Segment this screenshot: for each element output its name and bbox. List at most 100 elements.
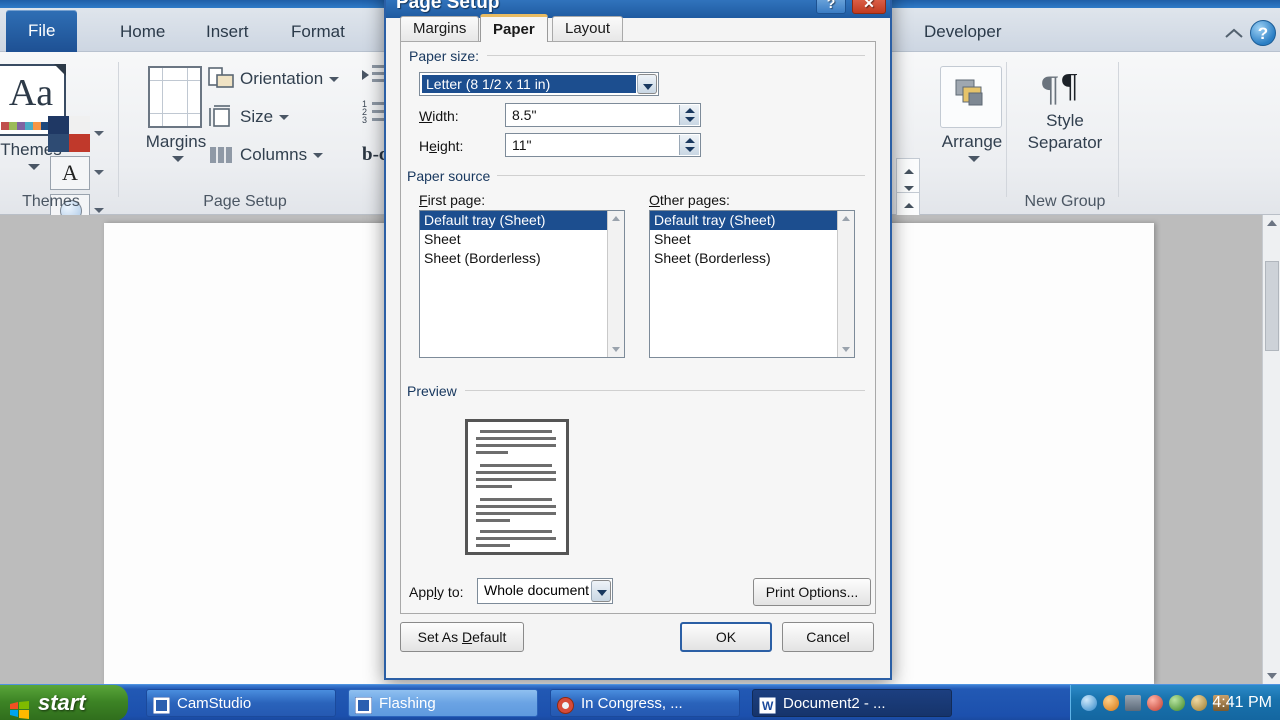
tray-icon-2[interactable] (1103, 695, 1119, 711)
taskbar-item-flashing[interactable]: Flashing (348, 689, 538, 717)
camstudio-icon (152, 696, 171, 715)
taskbar-item-label: CamStudio (177, 695, 252, 712)
scroll-down-arrow-icon[interactable] (612, 347, 620, 352)
arrange-button[interactable] (940, 66, 1002, 128)
size-icon (208, 104, 234, 130)
group-divider (1006, 62, 1007, 197)
paper-size-legend: Paper size: (409, 48, 486, 64)
scroll-up-arrow-icon[interactable] (1267, 220, 1277, 226)
theme-fonts-icon[interactable]: A (50, 156, 90, 190)
taskbar-item-in-congress[interactable]: In Congress, ... (550, 689, 740, 717)
margins-button-label: Margins (145, 132, 207, 151)
arrange-dropdown-arrow-icon[interactable] (968, 156, 980, 162)
taskbar-item-label: In Congress, ... (581, 695, 683, 712)
minimize-ribbon-icon[interactable] (1222, 22, 1246, 46)
group-divider (118, 62, 119, 197)
taskbar-item-camstudio[interactable]: CamStudio (146, 689, 336, 717)
taskbar: start CamStudio Flashing In Congress, ..… (0, 684, 1280, 720)
paper-source-legend: Paper source (407, 168, 497, 184)
ribbon-tab-insert[interactable]: Insert (190, 14, 265, 52)
document-vertical-scrollbar[interactable] (1262, 215, 1280, 684)
tray-icon-1[interactable] (1081, 695, 1097, 711)
list-item[interactable]: Sheet (650, 230, 854, 249)
margins-dropdown-arrow-icon[interactable] (172, 156, 184, 162)
group-divider (1118, 62, 1119, 197)
windows-flag-icon (10, 694, 29, 719)
ribbon-group-themes-label: Themes (22, 193, 80, 210)
paper-size-select[interactable]: Letter (8 1/2 x 11 in) (419, 72, 659, 96)
chevron-down-icon[interactable] (637, 74, 657, 94)
dialog-help-button[interactable]: ? (816, 0, 846, 14)
scroll-up-arrow-icon[interactable] (612, 216, 620, 221)
themes-dropdown-arrow-icon[interactable] (28, 164, 40, 170)
list-item[interactable]: Sheet (Borderless) (650, 249, 854, 268)
tray-icon-4[interactable] (1169, 695, 1185, 711)
paper-source-rule (497, 175, 865, 176)
tab-paper[interactable]: Paper (480, 14, 548, 42)
columns-label: Columns (240, 138, 324, 172)
chevron-down-icon[interactable] (591, 580, 611, 602)
columns-icon (208, 142, 234, 168)
set-as-default-button[interactable]: Set As Default (400, 622, 524, 652)
apply-to-value: Whole document (484, 582, 590, 598)
help-icon[interactable]: ? (1250, 20, 1276, 46)
page-preview (465, 419, 569, 555)
first-page-label: First page: (419, 192, 486, 208)
first-page-scrollbar[interactable] (607, 211, 624, 357)
list-item[interactable]: Sheet (420, 230, 624, 249)
themes-glyph: Aa (8, 72, 54, 114)
paper-size-value: Letter (8 1/2 x 11 in) (422, 75, 636, 93)
dialog-close-button[interactable]: ✕ (852, 0, 886, 14)
height-field[interactable]: 11" (505, 133, 701, 157)
tray-icon-3[interactable] (1147, 695, 1163, 711)
tray-icon-5[interactable] (1191, 695, 1207, 711)
tray-icon-volume[interactable] (1125, 695, 1141, 711)
other-pages-scrollbar[interactable] (837, 211, 854, 357)
start-button[interactable]: start (0, 685, 128, 720)
ribbon-tab-format[interactable]: Format (275, 14, 361, 52)
system-tray: 4:41 PM (1070, 685, 1280, 720)
width-field[interactable]: 8.5" (505, 103, 701, 127)
ok-button[interactable]: OK (680, 622, 772, 652)
list-item[interactable]: Default tray (Sheet) (650, 211, 854, 230)
print-options-button[interactable]: Print Options... (753, 578, 871, 606)
ribbon-tab-file[interactable]: File (6, 10, 78, 54)
preview-area (401, 397, 877, 567)
ribbon-tab-developer[interactable]: Developer (908, 14, 1018, 52)
other-pages-label: Other pages: (649, 192, 730, 208)
apply-to-select[interactable]: Whole document (477, 578, 613, 604)
list-item[interactable]: Sheet (Borderless) (420, 249, 624, 268)
theme-fonts-glyph: A (62, 160, 78, 185)
tab-layout[interactable]: Layout (552, 16, 624, 42)
arrange-icon (955, 79, 989, 111)
dialog-tab-strip: Margins Paper Layout (400, 14, 876, 42)
scroll-up-arrow-icon[interactable] (842, 216, 850, 221)
theme-colors-icon[interactable] (48, 116, 90, 152)
height-stepper[interactable] (679, 135, 699, 155)
flashing-icon (354, 696, 373, 715)
style-separator-icon[interactable]: ¶ ¶ (1042, 66, 1092, 110)
dialog-title: Page Setup (396, 0, 500, 13)
svg-text:W: W (762, 699, 774, 713)
clock[interactable]: 4:41 PM (1212, 685, 1272, 720)
scrollbar-thumb[interactable] (1265, 261, 1279, 351)
dialog-body: Paper size: Letter (8 1/2 x 11 in) WWidt… (400, 42, 876, 614)
width-stepper[interactable] (679, 105, 699, 125)
document-left-margin-area (0, 215, 104, 684)
start-label: start (38, 690, 86, 715)
ribbon-group-new-group: ¶ ¶ Style Separator New Group (1010, 52, 1120, 215)
taskbar-item-document2[interactable]: W Document2 - ... (752, 689, 952, 717)
theme-colors-dropdown-arrow-icon[interactable] (94, 131, 104, 136)
scroll-down-arrow-icon[interactable] (842, 347, 850, 352)
ribbon-tab-home[interactable]: Home (104, 14, 181, 52)
scroll-down-arrow-icon[interactable] (1267, 673, 1277, 679)
other-pages-listbox[interactable]: Default tray (Sheet) Sheet Sheet (Border… (649, 210, 855, 358)
ribbon-group-themes: Aa Themes A Themes (0, 52, 120, 228)
first-page-listbox[interactable]: Default tray (Sheet) Sheet Sheet (Border… (419, 210, 625, 358)
list-item[interactable]: Default tray (Sheet) (420, 211, 624, 230)
theme-fonts-dropdown-arrow-icon[interactable] (94, 170, 104, 175)
margins-button[interactable]: Margins (142, 66, 208, 162)
tab-margins[interactable]: Margins (400, 16, 480, 42)
width-value: 8.5" (512, 107, 537, 123)
cancel-button[interactable]: Cancel (782, 622, 874, 652)
